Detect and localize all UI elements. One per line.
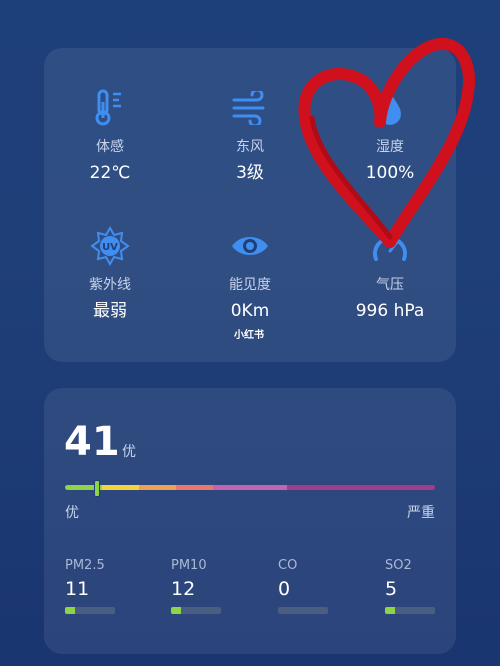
pollutant-so2: SO2 5	[385, 558, 475, 614]
metric-value: 最弱	[93, 301, 127, 321]
pollutant-value: 5	[385, 578, 398, 600]
aqi-scale-bar	[65, 480, 435, 497]
metric-label: 能见度	[229, 277, 271, 293]
metric-label: 体感	[96, 139, 124, 155]
metric-label: 紫外线	[89, 277, 131, 293]
metric-feels-like: 体感 22℃	[44, 88, 176, 184]
pollutant-level-bar	[171, 607, 221, 614]
thermometer-icon	[44, 88, 176, 128]
pollutant-level-bar	[278, 607, 328, 614]
pollutant-pm10: PM10 12	[171, 558, 261, 614]
pollutant-value: 12	[171, 578, 196, 600]
svg-text:UV: UV	[102, 242, 118, 253]
pollutant-name: SO2	[385, 558, 412, 573]
pollutant-name: PM10	[171, 558, 207, 573]
pollutant-level-bar	[385, 607, 435, 614]
watermark-text: 小红书	[234, 330, 264, 341]
aqi-marker	[93, 480, 100, 497]
aqi-scale-low-label: 优	[65, 505, 79, 521]
pollutant-level-fill	[171, 607, 181, 614]
metric-value: 996 hPa	[355, 301, 425, 321]
uv-sun-icon: UV	[44, 226, 176, 266]
metric-value: 0Km	[230, 301, 270, 321]
pollutant-name: PM2.5	[65, 558, 105, 573]
pollutant-co: CO 0	[278, 558, 368, 614]
pollutant-value: 11	[65, 578, 90, 600]
aqi-level: 优	[122, 444, 136, 460]
metric-label: 气压	[376, 277, 404, 293]
pollutant-level-fill	[385, 607, 395, 614]
metric-uv: UV 紫外线 最弱	[44, 226, 176, 322]
aqi-value: 41	[64, 419, 120, 465]
air-quality-card: 41 优 优 严重 PM2.5 11 PM10 12 CO 0 SO2 5	[44, 388, 456, 654]
aqi-scale-high-label: 严重	[407, 505, 435, 521]
pollutant-level-bar	[65, 607, 115, 614]
pollutant-name: CO	[278, 558, 298, 573]
pollutant-pm25: PM2.5 11	[65, 558, 155, 614]
heart-annotation-icon	[298, 38, 475, 248]
pollutant-value: 0	[278, 578, 291, 600]
pollutant-level-fill	[65, 607, 75, 614]
metric-value: 22℃	[89, 163, 131, 183]
